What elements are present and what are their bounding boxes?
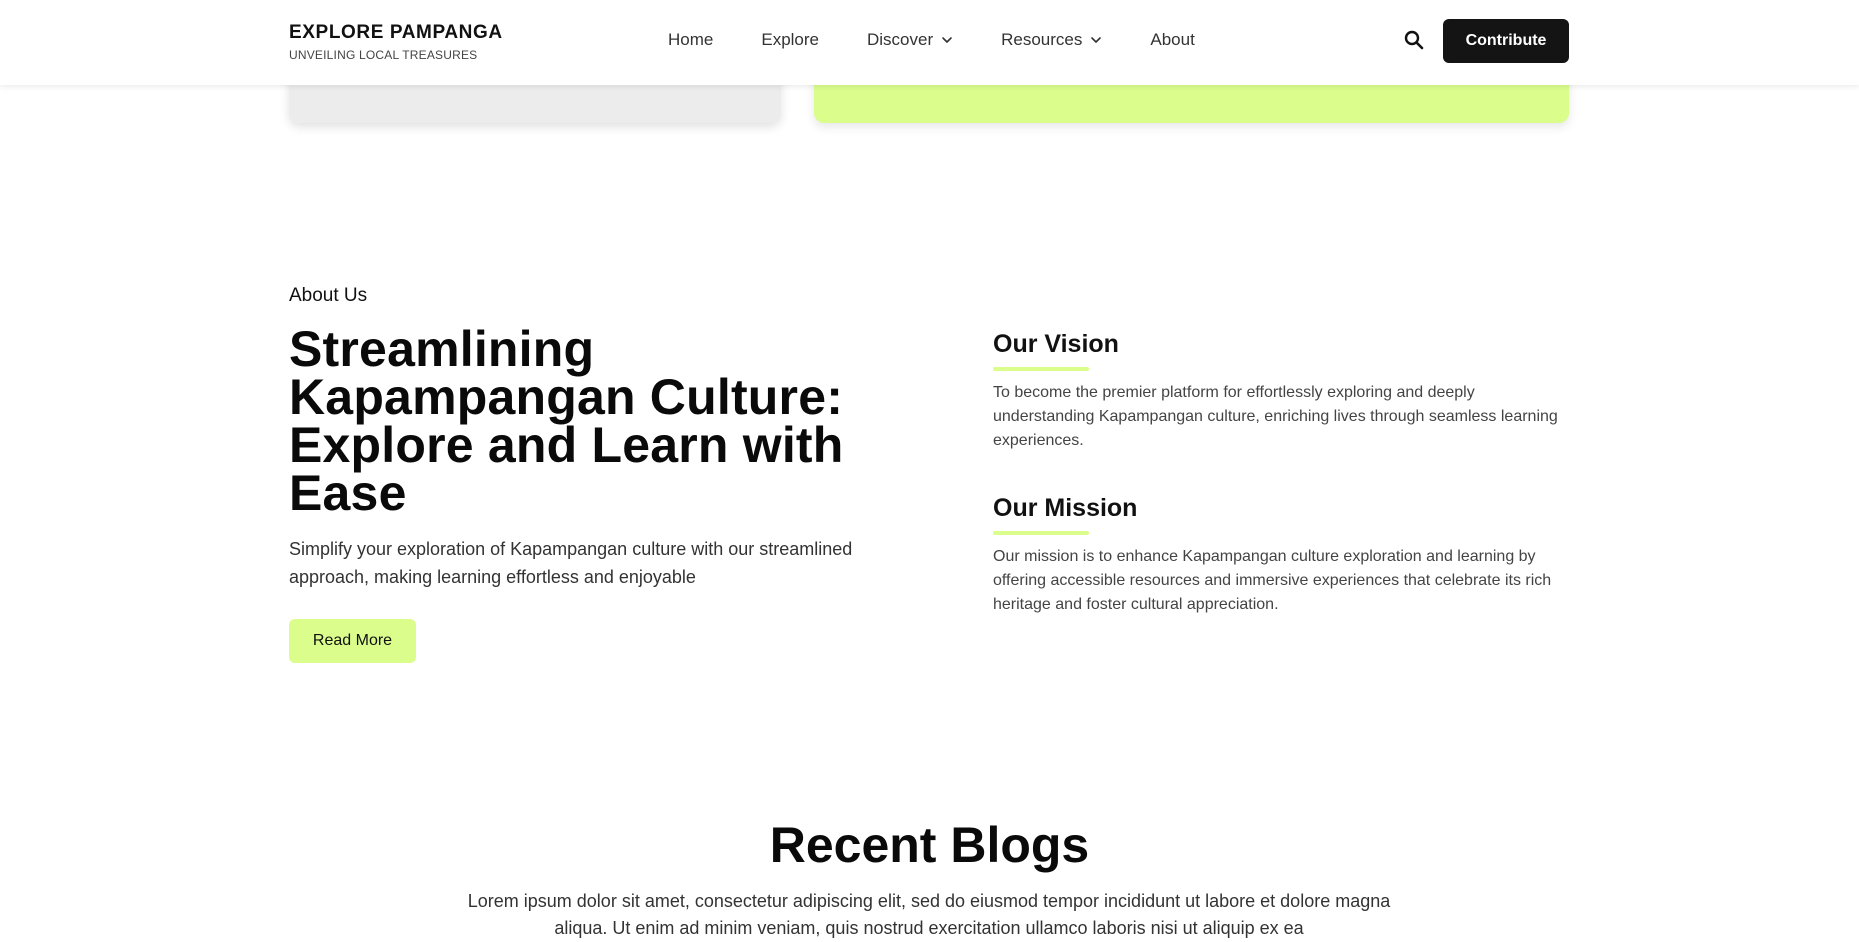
nav-item-explore[interactable]: Explore xyxy=(761,30,819,50)
nav-item-label: Home xyxy=(668,30,714,49)
mission-block: Our Mission Our mission is to enhance Ka… xyxy=(993,494,1573,617)
mission-title: Our Mission xyxy=(993,494,1138,522)
nav-item-home[interactable]: Home xyxy=(668,30,713,50)
blogs-title: Recent Blogs xyxy=(769,817,1090,873)
nav-item-resources[interactable]: Resources xyxy=(1001,30,1102,50)
main-nav: Home Explore Discover Resources About xyxy=(668,30,1243,50)
about-heading: Streamlining Kapampangan Culture: Explor… xyxy=(289,321,844,521)
nav-item-label: Explore xyxy=(761,30,819,49)
read-more-button[interactable]: Read More xyxy=(289,619,416,663)
vision-block: Our Vision To become the premier platfor… xyxy=(993,330,1573,453)
vision-title: Our Vision xyxy=(993,330,1119,358)
site-header: EXPLORE PAMPANGA UNVEILING LOCAL TREASUR… xyxy=(0,0,1859,85)
nav-item-label: Discover xyxy=(867,30,934,49)
chevron-down-icon xyxy=(942,37,952,43)
about-description: Simplify your exploration of Kapampangan… xyxy=(289,539,853,587)
section-eyebrow: About Us xyxy=(289,285,368,306)
blogs-description: Lorem ipsum dolor sit amet, consectetur … xyxy=(467,891,1391,938)
title-underline xyxy=(993,367,1089,371)
chevron-down-icon xyxy=(1091,37,1102,43)
nav-item-discover[interactable]: Discover xyxy=(867,30,953,50)
nav-item-about[interactable]: About xyxy=(1150,30,1194,50)
nav-item-label: About xyxy=(1150,30,1195,49)
contribute-button[interactable]: Contribute xyxy=(1443,19,1569,63)
nav-item-label: Resources xyxy=(1001,30,1083,49)
brand-subtitle: UNVEILING LOCAL TREASURES xyxy=(289,48,478,62)
vision-text: To become the premier platform for effor… xyxy=(993,384,1558,449)
search-icon[interactable] xyxy=(1402,28,1426,52)
brand-logo[interactable]: EXPLORE PAMPANGA UNVEILING LOCAL TREASUR… xyxy=(289,22,503,62)
title-underline xyxy=(993,531,1089,535)
mission-text: Our mission is to enhance Kapampangan cu… xyxy=(993,548,1552,613)
brand-title: EXPLORE PAMPANGA xyxy=(289,22,503,43)
